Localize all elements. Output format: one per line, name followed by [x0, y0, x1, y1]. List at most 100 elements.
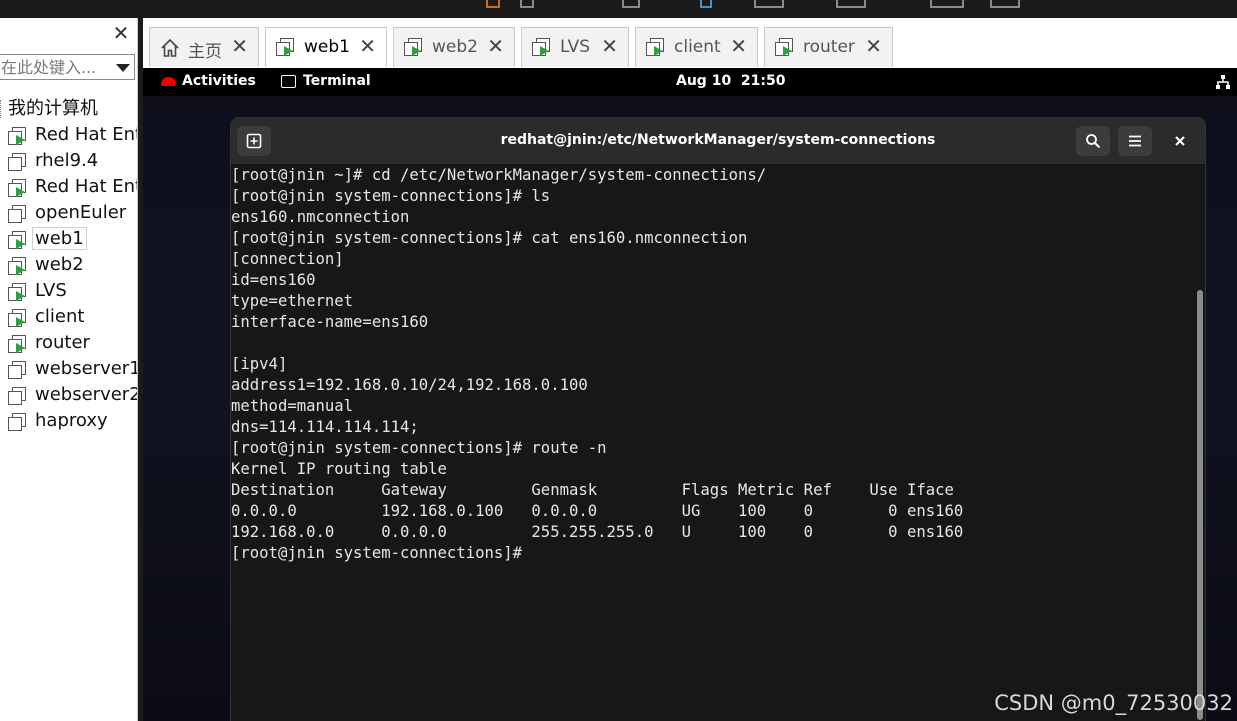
- vmware-toolbar: [0, 0, 1237, 18]
- toolbar-icon[interactable]: [990, 0, 1020, 8]
- vm-icon: [8, 387, 26, 405]
- vm-tree-item-label: LVS: [35, 280, 67, 301]
- terminal-line: interface-name=ens160: [231, 313, 429, 331]
- vm-running-icon: [532, 38, 552, 58]
- terminal-line: 0.0.0.0 192.168.0.100 0.0.0.0 UG 100 0 0…: [231, 502, 964, 520]
- scrollbar[interactable]: [1195, 165, 1205, 721]
- tab-vm[interactable]: router ✕: [764, 27, 893, 67]
- terminal-lines: [root@jnin ~]# cd /etc/NetworkManager/sy…: [231, 165, 1191, 564]
- vm-tree-item[interactable]: webserver2: [0, 382, 137, 408]
- vm-icon: [8, 361, 26, 379]
- close-icon[interactable]: ✕: [487, 34, 504, 58]
- tab-label: web1: [304, 37, 350, 57]
- terminal-app-label: Terminal: [303, 73, 371, 89]
- vm-icon: [8, 205, 26, 223]
- search-button[interactable]: [1076, 126, 1110, 156]
- terminal-output[interactable]: [root@jnin ~]# cd /etc/NetworkManager/sy…: [231, 165, 1191, 721]
- terminal-line: dns=114.114.114.114;: [231, 418, 419, 436]
- close-button[interactable]: [1165, 126, 1195, 156]
- terminal-line: Destination Gateway Genmask Flags Metric…: [231, 481, 954, 499]
- toolbar-icon[interactable]: [700, 0, 712, 8]
- redhat-logo-icon: [161, 76, 176, 86]
- vm-tree-item[interactable]: webserver1: [0, 356, 137, 382]
- vm-tree-item[interactable]: web1: [0, 226, 137, 252]
- tab-label: 主页: [188, 42, 222, 62]
- vm-icon: [8, 153, 26, 171]
- tab-label: LVS: [560, 37, 591, 57]
- tab-label: client: [674, 37, 721, 57]
- vm-tree-item-label: client: [35, 306, 85, 327]
- toolbar-icon[interactable]: [930, 0, 964, 8]
- close-icon[interactable]: ✕: [112, 22, 130, 44]
- vm-tree-item-label: web2: [35, 254, 84, 275]
- scrollbar-thumb[interactable]: [1197, 290, 1203, 720]
- terminal-line: [root@jnin system-connections]#: [231, 544, 532, 562]
- terminal-line: [ipv4]: [231, 355, 288, 373]
- close-icon[interactable]: ✕: [359, 34, 376, 58]
- library-search: [0, 54, 135, 80]
- tree-root-my-computer[interactable]: 我的计算机: [0, 96, 98, 122]
- vm-running-icon: [8, 127, 26, 145]
- search-icon: [1086, 134, 1101, 149]
- toolbar-icon[interactable]: [754, 0, 784, 8]
- tab-home[interactable]: 主页 ✕: [149, 27, 259, 67]
- vm-tree-item-label: Red Hat Ent: [35, 124, 137, 145]
- vm-tree-item[interactable]: router: [0, 330, 137, 356]
- close-icon[interactable]: ✕: [601, 34, 618, 58]
- vm-running-icon: [8, 231, 26, 249]
- toolbar-icon[interactable]: [520, 0, 534, 8]
- vm-tree-item[interactable]: web2: [0, 252, 137, 278]
- tab-vm[interactable]: LVS ✕: [521, 27, 629, 67]
- search-input[interactable]: [0, 55, 111, 79]
- vm-tree-item[interactable]: client: [0, 304, 137, 330]
- terminal-line: method=manual: [231, 397, 354, 415]
- vm-running-icon: [8, 283, 26, 301]
- clock[interactable]: Aug 10 21:50: [676, 73, 786, 89]
- vm-tree-item[interactable]: Red Hat Ent: [0, 174, 137, 200]
- vm-running-icon: [8, 309, 26, 327]
- menu-button[interactable]: [1118, 126, 1152, 156]
- vm-tree-item[interactable]: rhel9.4: [0, 148, 137, 174]
- vm-tree-item-label: openEuler: [35, 202, 127, 223]
- terminal-window[interactable]: redhat@jnin:/etc/NetworkManager/system-c…: [231, 118, 1205, 721]
- vm-running-icon: [8, 179, 26, 197]
- tab-vm[interactable]: client ✕: [635, 27, 758, 67]
- vm-tree-item[interactable]: openEuler: [0, 200, 137, 226]
- tab-label: web2: [432, 37, 478, 57]
- terminal-line: type=ethernet: [231, 292, 354, 310]
- vm-tree-item-label: rhel9.4: [35, 150, 99, 171]
- tab-vm[interactable]: web2 ✕: [393, 27, 515, 67]
- activities-button[interactable]: Activities: [161, 73, 256, 89]
- vm-tree-item[interactable]: LVS: [0, 278, 137, 304]
- hamburger-icon: [1129, 135, 1141, 147]
- close-icon[interactable]: ✕: [865, 34, 882, 58]
- terminal-line: [root@jnin ~]# cd /etc/NetworkManager/sy…: [231, 166, 767, 184]
- terminal-app-menu[interactable]: Terminal: [281, 73, 371, 89]
- terminal-line: [root@jnin system-connections]# route -n: [231, 439, 607, 457]
- vm-running-icon: [646, 38, 666, 58]
- home-icon: [160, 38, 180, 58]
- vm-tree-item-label: webserver1: [35, 358, 137, 379]
- network-icon[interactable]: [1215, 74, 1231, 90]
- vm-tree-item-label: haproxy: [35, 410, 108, 431]
- toolbar-icon[interactable]: [836, 0, 866, 8]
- terminal-line: [root@jnin system-connections]# ls: [231, 187, 551, 205]
- tab-vm[interactable]: web1 ✕: [265, 27, 387, 67]
- vm-running-icon: [276, 38, 296, 58]
- vm-tree-item-label: router: [35, 332, 90, 353]
- vm-running-icon: [404, 38, 424, 58]
- vm-tree-item[interactable]: Red Hat Ent: [0, 122, 137, 148]
- terminal-icon: [281, 74, 296, 88]
- toolbar-icon[interactable]: [486, 0, 500, 8]
- guest-display[interactable]: Activities Terminal Aug 10 21:50 redhat@…: [143, 68, 1237, 721]
- close-icon[interactable]: ✕: [231, 34, 248, 58]
- vm-tree-item[interactable]: haproxy: [0, 408, 137, 434]
- vm-running-icon: [8, 257, 26, 275]
- close-icon[interactable]: ✕: [730, 34, 747, 58]
- vm-running-icon: [8, 335, 26, 353]
- toolbar-icon[interactable]: [622, 0, 640, 8]
- watermark: CSDN @m0_72530032: [994, 691, 1233, 715]
- tree-root-label: 我的计算机: [8, 98, 98, 119]
- chevron-down-icon[interactable]: [116, 64, 130, 72]
